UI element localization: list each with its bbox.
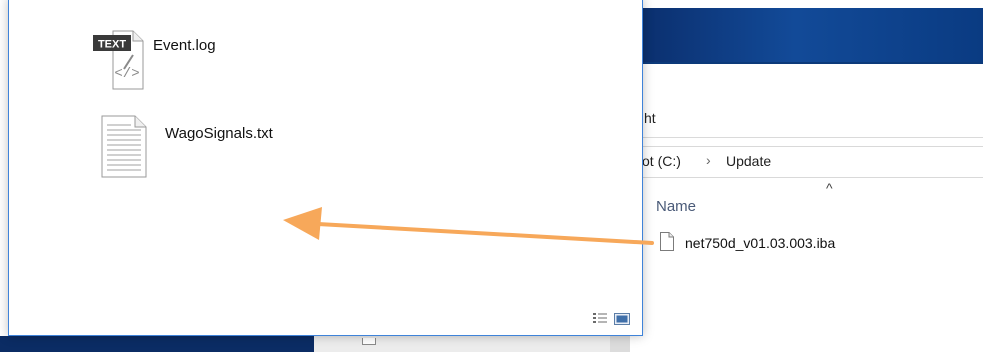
text-file-icon: TEXT </> xyxy=(89,27,145,91)
minimized-window-icon xyxy=(362,338,376,345)
file-name[interactable]: Event.log xyxy=(153,37,216,54)
screen: ht ot (C:) › Update ^ Name net750d_v01.0… xyxy=(0,0,983,352)
document-icon xyxy=(660,232,674,251)
sort-ascending-icon[interactable]: ^ xyxy=(826,180,833,196)
titlebar-strip xyxy=(640,62,983,64)
column-header-name[interactable]: Name xyxy=(656,198,696,215)
window-edge-divider xyxy=(610,336,630,352)
svg-text:</>: </> xyxy=(114,66,139,82)
large-icons-view-icon[interactable] xyxy=(614,312,630,326)
file-item[interactable]: TEXT </> Event.log xyxy=(89,27,216,91)
view-switcher xyxy=(592,312,630,326)
text-document-icon xyxy=(101,115,147,179)
foreground-explorer-window: TEXT </> Event.log WagoSignals.txt xyxy=(8,0,643,336)
breadcrumb-drive[interactable]: ot (C:) xyxy=(642,153,681,169)
ribbon-tab-partial[interactable]: ht xyxy=(644,110,656,126)
ribbon-divider xyxy=(640,137,983,138)
breadcrumb-separator-icon[interactable]: › xyxy=(706,152,711,168)
details-view-icon[interactable] xyxy=(592,312,608,326)
file-item[interactable]: WagoSignals.txt xyxy=(101,115,273,179)
taskbar-segment xyxy=(0,336,314,352)
address-bar[interactable]: ot (C:) › Update xyxy=(640,146,983,178)
window-bottom-edge xyxy=(314,336,610,352)
text-badge: TEXT xyxy=(98,39,126,51)
breadcrumb-folder[interactable]: Update xyxy=(726,153,771,169)
desktop-background xyxy=(640,8,983,62)
file-name[interactable]: WagoSignals.txt xyxy=(165,125,273,142)
file-name[interactable]: net750d_v01.03.003.iba xyxy=(685,235,835,251)
